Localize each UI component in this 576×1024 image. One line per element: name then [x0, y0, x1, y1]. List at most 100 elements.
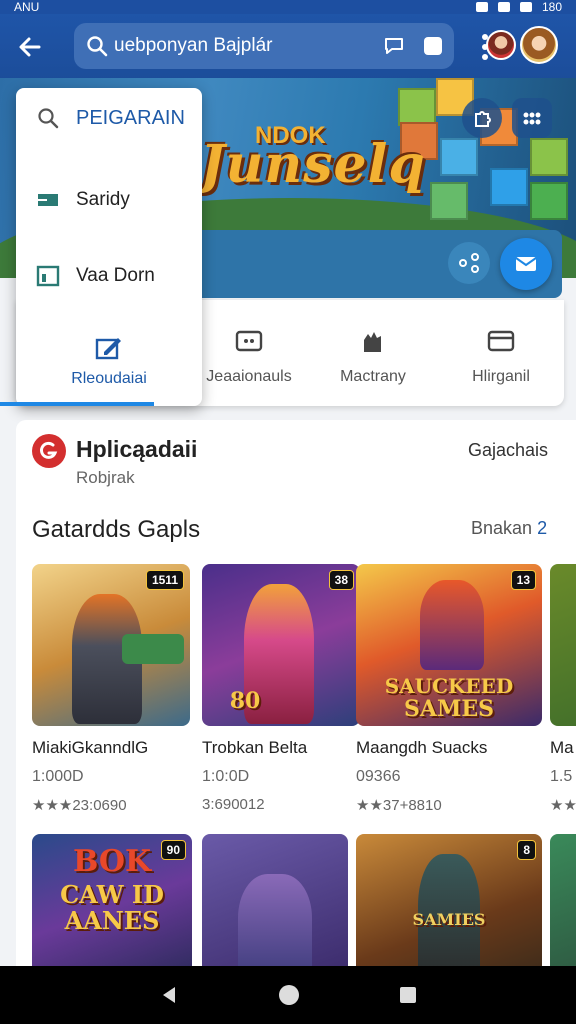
search-icon [38, 108, 59, 129]
tab-reactions[interactable]: Jeaaionauls [184, 326, 314, 386]
puzzle-button[interactable] [462, 98, 502, 138]
header-link[interactable]: Gajachais [468, 440, 548, 461]
game-thumbnail: BOK CAW ID AANES 90 [32, 834, 192, 980]
home-icon[interactable] [277, 983, 301, 1007]
section-title: Gatardds Gapls [32, 516, 201, 543]
game-thumbnail [202, 834, 348, 980]
game-thumbnail [550, 564, 576, 726]
app-subtitle: Robjrak [76, 468, 135, 487]
dropdown-item[interactable]: Vaa Dorn [36, 264, 155, 288]
game-art-weapon [122, 634, 184, 664]
tab-label: Mactrany [340, 368, 406, 385]
game-badge: 8 [517, 840, 536, 860]
game-thumbnail: SAMIES 8 [356, 834, 542, 980]
game-card[interactable]: BOK CAW ID AANES 90 [32, 834, 192, 980]
game-card[interactable]: 1511 MiakiGkanndlG 1:000D ★★★23:0690 [32, 564, 190, 814]
game-rating: ★★37+8810 [356, 797, 442, 814]
game-card[interactable]: 80 38 Trobkan Belta 1:0:0D 3:690012 [202, 564, 360, 813]
search-icon [87, 36, 108, 57]
tab-hlirganil[interactable]: Hlirganil [436, 326, 566, 386]
app-logo [32, 434, 66, 468]
arrow-left-icon [19, 37, 41, 57]
dropdown-item-label: Saridy [76, 189, 130, 210]
share-button[interactable] [448, 242, 490, 284]
banner-block [440, 138, 478, 176]
game-price: 1:0:0D [202, 768, 250, 785]
share-icon [459, 253, 479, 273]
dropdown-header[interactable]: PEIGARAIN [36, 106, 185, 130]
banner-block [490, 168, 528, 206]
more-label: Bnakan [471, 518, 533, 538]
game-card[interactable] [550, 834, 576, 980]
game-title: Maangdh Suacks [356, 738, 488, 757]
tab-active[interactable]: Rleoudaiai [16, 324, 202, 406]
tab-label: Jeaaionauls [206, 368, 292, 385]
game-title: Ma [550, 738, 574, 757]
status-bar: ANU 180 [0, 0, 576, 14]
section-more-link[interactable]: Bnakan 2 [471, 518, 547, 539]
app-title: Hplicąadaii [76, 436, 198, 462]
game-art-figure [238, 874, 312, 980]
game-card[interactable]: Ma 1.5 ★★ [550, 564, 576, 814]
game-art-figure [420, 580, 484, 670]
game-title: Trobkan Belta [202, 738, 308, 757]
card-icon [487, 330, 515, 352]
game-rating: 3:690012 [202, 796, 265, 813]
game-card[interactable]: SAMIES 8 [356, 834, 542, 980]
chat-icon[interactable] [382, 34, 406, 58]
mail-fab[interactable] [500, 238, 552, 290]
banner-block [530, 182, 568, 220]
game-art-title: AANES [64, 906, 160, 935]
mail-icon [515, 257, 537, 271]
signal-icon [497, 2, 510, 12]
folder-icon [38, 194, 58, 206]
more-count: 2 [537, 518, 548, 538]
tab-mactrany[interactable]: Mactrany [308, 326, 438, 386]
tab-label: Hlirganil [472, 368, 530, 385]
active-tab-indicator [0, 402, 154, 406]
game-rating: ★★ [550, 797, 576, 814]
game-badge: 13 [510, 570, 536, 590]
game-thumbnail: SAUCKEED SAMES 13 [356, 564, 542, 726]
game-art-label: 80 [229, 688, 261, 714]
app-bar: uebponyan Bajplár [0, 14, 576, 80]
wifi-icon [475, 2, 488, 12]
status-time: ANU [14, 0, 40, 14]
game-price: 09366 [356, 768, 401, 785]
game-title: MiakiGkanndlG [32, 738, 149, 757]
profile-avatar[interactable] [520, 26, 558, 64]
grid-icon [523, 112, 541, 125]
battery-icon [519, 2, 532, 12]
game-badge: 1511 [145, 570, 184, 590]
banner-block [398, 88, 436, 126]
chart-icon [36, 265, 60, 287]
game-badge: 38 [328, 570, 354, 590]
search-input[interactable]: uebponyan Bajplár [114, 35, 382, 57]
dropdown-item[interactable]: Saridy [36, 188, 130, 212]
game-art-title: SAMES [404, 696, 494, 722]
game-badge: 90 [160, 840, 186, 860]
game-card[interactable] [202, 834, 360, 980]
hand-icon [364, 332, 381, 352]
tab-label: Rleoudaiai [71, 370, 147, 387]
game-art-title: SAMIES [412, 910, 486, 929]
search-bar[interactable]: uebponyan Bajplár [74, 23, 454, 69]
avatar[interactable] [486, 30, 516, 60]
back-button[interactable] [0, 17, 60, 77]
dropdown-item-label: Vaa Dorn [76, 265, 155, 286]
logo-icon [40, 441, 58, 459]
game-art-title: SAUCKEED [384, 674, 514, 698]
banner-block [430, 182, 468, 220]
back-nav-icon[interactable] [158, 984, 180, 1006]
app-content: Hplicąadaii Robjrak Gajachais Gatardds G… [16, 420, 576, 980]
game-price: 1.5 [550, 768, 573, 785]
apps-button[interactable] [512, 98, 552, 138]
game-card[interactable]: SAUCKEED SAMES 13 Maangdh Suacks 09366 ★… [356, 564, 542, 814]
game-price: 1:000D [32, 768, 84, 785]
recents-icon[interactable] [398, 985, 418, 1005]
banner-block [530, 138, 568, 176]
game-rating: ★★★23:0690 [32, 797, 127, 814]
game-thumbnail [550, 834, 576, 980]
game-thumbnail: 80 38 [202, 564, 360, 726]
tab-switch-icon[interactable] [424, 37, 442, 55]
